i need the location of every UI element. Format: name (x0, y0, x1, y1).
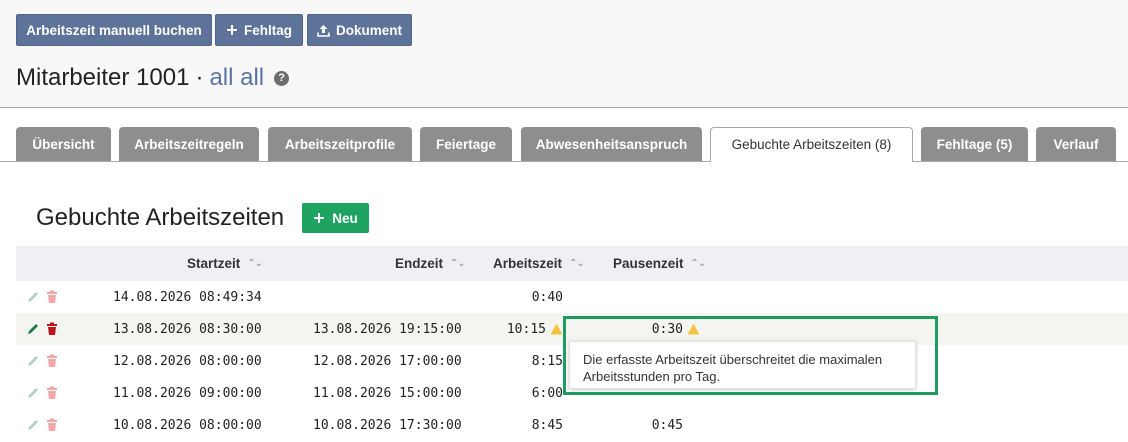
table-header: Startzeit ⌃⌄ Endzeit ⌃⌄ Arbeitszeit ⌃⌄ P… (16, 246, 1128, 281)
column-header-pause[interactable]: Pausenzeit ⌃⌄ (613, 246, 707, 281)
end-cell: 13.08.2026 19:15:00 (313, 321, 462, 337)
upload-icon (317, 24, 330, 37)
trash-icon[interactable] (45, 290, 59, 304)
end-cell: 11.08.2026 15:00:00 (313, 385, 462, 401)
section-title: Gebuchte Arbeitszeiten (36, 204, 285, 231)
column-header-end-label: Endzeit (395, 256, 444, 271)
tab-absence-entitlement[interactable]: Abwesenheitsanspruch (521, 127, 702, 161)
add-absence-day-label: Fehltag (243, 22, 292, 38)
work-cell: 10:15 (486, 313, 563, 345)
page-title: Mitarbeiter 1001 · all all ? (16, 64, 290, 92)
title-separator: · (195, 64, 204, 91)
pencil-icon[interactable] (26, 418, 40, 432)
sort-icon: ⌃⌄ (247, 258, 263, 269)
pause-value: 0:30 (651, 321, 683, 337)
trash-icon[interactable] (45, 354, 59, 368)
start-cell: 12.08.2026 08:00:00 (113, 353, 262, 369)
column-header-start[interactable]: Startzeit ⌃⌄ (187, 246, 263, 281)
table-row: 14.08.2026 08:49:34 0:40 (16, 281, 1128, 313)
work-cell: 8:45 (531, 417, 563, 433)
sort-icon: ⌃⌄ (450, 258, 466, 269)
start-cell: 14.08.2026 08:49:34 (113, 289, 262, 305)
pencil-icon[interactable] (26, 290, 40, 304)
column-header-start-label: Startzeit (187, 256, 241, 271)
add-absence-day-button[interactable]: Fehltag (215, 14, 303, 46)
trash-icon[interactable] (45, 322, 59, 336)
column-header-work-label: Arbeitszeit (493, 256, 563, 271)
warning-tooltip: Die erfasste Arbeitszeit überschreitet d… (569, 341, 916, 389)
plus-icon (313, 209, 325, 227)
book-working-time-manually-label: Arbeitszeit manuell buchen (26, 22, 202, 38)
start-cell: 11.08.2026 09:00:00 (113, 385, 262, 401)
sort-icon: ⌃⌄ (569, 258, 585, 269)
tab-holidays[interactable]: Feiertage (420, 127, 512, 161)
help-icon[interactable]: ? (274, 70, 290, 86)
tab-booked-working-times[interactable]: Gebuchte Arbeitszeiten (8) (710, 127, 913, 162)
tab-working-time-profiles[interactable]: Arbeitszeitprofile (268, 127, 412, 161)
work-value: 10:15 (506, 321, 546, 337)
table-row: 10.08.2026 08:00:00 10.08.2026 17:30:00 … (16, 409, 1128, 441)
book-working-time-manually-button[interactable]: Arbeitszeit manuell buchen (16, 14, 212, 46)
tab-absence-days[interactable]: Fehltage (5) (921, 127, 1028, 161)
pause-cell: 0:45 (651, 417, 683, 433)
start-cell: 13.08.2026 08:30:00 (113, 321, 262, 337)
column-header-work[interactable]: Arbeitszeit ⌃⌄ (493, 246, 585, 281)
document-label: Dokument (335, 22, 402, 38)
sort-icon: ⌃⌄ (690, 258, 707, 269)
tab-overview[interactable]: Übersicht (16, 127, 111, 161)
end-cell: 10.08.2026 17:30:00 (313, 417, 462, 433)
column-header-end[interactable]: Endzeit ⌃⌄ (395, 246, 466, 281)
new-entry-button[interactable]: Neu (302, 203, 369, 233)
employee-name: Mitarbeiter 1001 (16, 64, 190, 91)
trash-icon[interactable] (45, 386, 59, 400)
tab-history[interactable]: Verlauf (1036, 127, 1116, 161)
new-entry-label: Neu (332, 210, 358, 226)
group-link[interactable]: all all (209, 64, 264, 92)
warning-icon[interactable] (687, 323, 700, 335)
document-button[interactable]: Dokument (307, 14, 412, 46)
column-header-pause-label: Pausenzeit (613, 256, 684, 271)
pencil-icon[interactable] (26, 386, 40, 400)
tab-divider (0, 161, 1128, 162)
warning-icon[interactable] (550, 323, 563, 335)
active-tab-gap (711, 160, 912, 163)
tab-working-time-rules[interactable]: Arbeitszeitregeln (119, 127, 259, 161)
pause-cell (606, 281, 683, 313)
start-cell: 10.08.2026 08:00:00 (113, 417, 262, 433)
pencil-icon[interactable] (26, 354, 40, 368)
pencil-icon[interactable] (26, 322, 40, 336)
work-cell: 6:00 (531, 385, 563, 401)
end-cell: 12.08.2026 17:00:00 (313, 353, 462, 369)
work-cell: 8:15 (531, 353, 563, 369)
plus-icon (226, 24, 238, 36)
trash-icon[interactable] (45, 418, 59, 432)
work-cell: 0:40 (531, 289, 563, 305)
top-toolbar: Arbeitszeit manuell buchen Fehltag Dokum… (0, 0, 1128, 108)
